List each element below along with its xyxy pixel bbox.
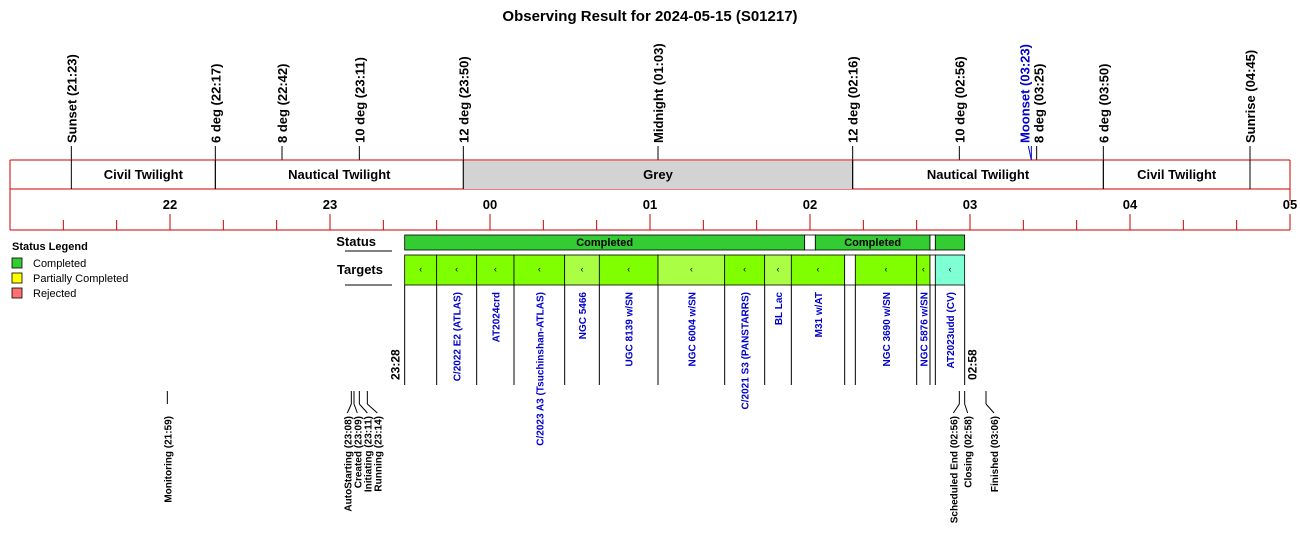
hour-tick-label: 00 [483, 197, 497, 212]
state-event-label: Closing (02:58) [964, 416, 975, 488]
band-label: Civil Twilight [1137, 167, 1217, 182]
observing-timeline-chart: Observing Result for 2024-05-15 (S01217)… [9, 8, 1297, 523]
state-event-label: Scheduled End (02:56) [949, 416, 960, 523]
target-name: UGC 8139 w/SN [625, 292, 636, 366]
status-block-label: Completed [844, 237, 901, 249]
target-marker: ‹ [777, 264, 780, 274]
state-event-label: Monitoring (21:59) [163, 416, 174, 503]
status-legend: Status Legend Completed Partially Complete… [11, 241, 128, 300]
event-label: Sunrise (04:45) [1243, 50, 1258, 143]
event-label: 6 deg (22:17) [208, 64, 223, 143]
state-event-label: Running (23:14) [373, 416, 384, 492]
hour-tick-label: 03 [963, 197, 977, 212]
target-marker: ‹ [885, 264, 888, 274]
target-marker: ‹ [817, 264, 820, 274]
target-name: NGC 5466 [578, 292, 589, 340]
legend-label: Partially Completed [33, 273, 128, 285]
target-marker: ‹ [922, 264, 925, 274]
hour-tick-label: 02 [803, 197, 817, 212]
target-marker: ‹ [690, 264, 693, 274]
state-leader [366, 403, 378, 414]
band-label: Nautical Twilight [927, 167, 1030, 182]
target-block [844, 254, 856, 286]
legend-swatch [11, 287, 23, 299]
target-marker: ‹ [494, 264, 497, 274]
event-label: 10 deg (02:56) [952, 56, 967, 143]
legend-title: Status Legend [12, 241, 88, 253]
hour-tick-label: 23 [323, 197, 337, 212]
target-name: C/2023 A3 (Tsuchinshan-ATLAS) [535, 292, 546, 446]
event-label: Moonset (03:23) [1017, 44, 1032, 143]
target-marker: ‹ [581, 264, 584, 274]
target-name: NGC 5876 w/SN [919, 292, 930, 366]
state-leader [985, 403, 995, 414]
state-events: Monitoring (21:59) AutoStarting (23:08) Cr… [163, 391, 1001, 523]
event-markers: Sunset (21:23) 6 deg (22:17) 8 deg (22:42)… [64, 43, 1258, 161]
event-label: Sunset (21:23) [64, 54, 79, 143]
target-name: M31 w/AT [814, 292, 825, 337]
state-leader [358, 403, 368, 414]
targets-row: Targets ‹ ‹ C/2022 E2 (ATLAS) ‹ AT2024crd ‹ C/2… [337, 254, 980, 446]
legend-label: Completed [33, 258, 86, 270]
time-axis: 22 23 00 01 02 03 04 05 [9, 189, 1297, 231]
status-block [934, 234, 966, 251]
status-row-label: Status [336, 234, 376, 249]
state-leader [952, 403, 960, 414]
target-name: NGC 6004 w/SN [687, 292, 698, 366]
target-name: C/2021 S3 (PANSTARRS) [741, 292, 752, 409]
state-leader [353, 403, 358, 414]
state-leader [964, 403, 969, 414]
end-time-label: 02:58 [966, 349, 980, 380]
event-label: 10 deg (23:11) [352, 57, 367, 143]
target-marker: ‹ [538, 264, 541, 274]
legend-swatch [11, 257, 23, 269]
band-label: Civil Twilight [104, 167, 184, 182]
status-row: Status Completed Completed [336, 234, 966, 252]
status-block [804, 234, 816, 251]
legend-swatch [11, 272, 23, 284]
event-label: 12 deg (02:16) [846, 56, 861, 143]
band-label: Nautical Twilight [288, 167, 391, 182]
target-marker: ‹ [949, 264, 952, 274]
target-marker: ‹ [743, 264, 746, 274]
chart-title: Observing Result for 2024-05-15 (S01217) [502, 8, 797, 25]
target-name: C/2022 E2 (ATLAS) [453, 292, 464, 381]
status-block [929, 234, 936, 251]
event-label: 8 deg (22:42) [275, 64, 290, 143]
status-block-label: Completed [576, 237, 633, 249]
hour-tick-label: 22 [163, 197, 177, 212]
target-name: BL Lac [774, 292, 785, 326]
state-event-label: Finished (03:06) [990, 416, 1001, 492]
start-time-label: 23:28 [389, 349, 403, 380]
target-name: AT2024crd [491, 292, 502, 342]
hour-tick-label: 05 [1283, 197, 1297, 212]
hour-tick-label: 01 [643, 197, 657, 212]
event-label: Midnight (01:03) [651, 43, 666, 143]
targets-row-label: Targets [337, 262, 383, 277]
band-label: Grey [643, 167, 673, 182]
hour-tick-label: 04 [1123, 197, 1138, 212]
target-name: NGC 3690 w/SN [882, 292, 893, 366]
target-name: AT2023udd (CV) [946, 292, 957, 369]
target-marker: ‹ [455, 264, 458, 274]
event-label: 8 deg (03:25) [1032, 64, 1047, 143]
event-label: 6 deg (03:50) [1096, 64, 1111, 143]
state-leader [346, 403, 352, 414]
target-marker: ‹ [419, 264, 422, 274]
target-marker: ‹ [627, 264, 630, 274]
twilight-bands: Civil Twilight Nautical Twilight Grey Nauti… [9, 159, 1291, 201]
event-label: 12 deg (23:50) [456, 56, 471, 143]
legend-label: Rejected [33, 288, 76, 300]
target-block [929, 254, 936, 286]
